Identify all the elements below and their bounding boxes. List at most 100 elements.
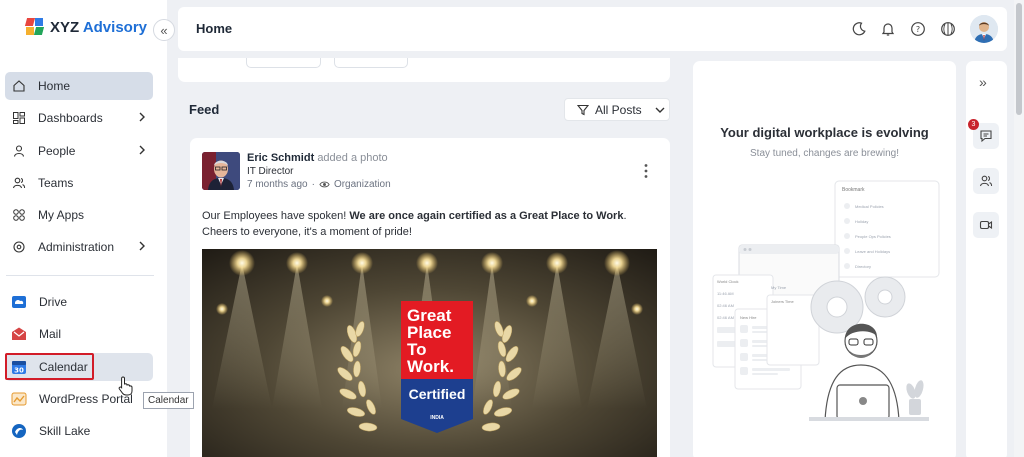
person-icon [12, 144, 26, 158]
help-icon[interactable]: ? [909, 20, 927, 38]
feed-heading: Feed [189, 102, 220, 117]
people-button[interactable] [973, 168, 999, 194]
page-scrollbar[interactable] [1014, 0, 1024, 457]
app-item-mail[interactable]: Mail [5, 320, 153, 348]
team-icon [12, 176, 26, 190]
sidebar-divider [6, 275, 154, 276]
promo-subtitle: Stay tuned, changes are brewing! [750, 148, 899, 159]
svg-text:Medical Policies: Medical Policies [855, 204, 884, 209]
promo-panel: Your digital workplace is evolving Stay … [693, 61, 956, 457]
svg-text:Bookmark: Bookmark [842, 187, 865, 193]
chevron-right-icon [137, 240, 147, 255]
more-options-icon[interactable] [643, 163, 649, 179]
sidebar-item-label: People [38, 144, 76, 158]
mail-icon [11, 326, 27, 342]
post-image[interactable]: Great Place To Work. Certified INDIA [202, 249, 657, 457]
skill-lake-icon [11, 423, 27, 439]
feed-filter-dropdown[interactable]: All Posts [564, 98, 670, 121]
people-icon [979, 175, 993, 187]
post-time: 7 months ago [247, 179, 308, 190]
post-author-role: IT Director [247, 166, 294, 177]
svg-text:02:46 AM: 02:46 AM [717, 303, 734, 308]
svg-text:INDIA: INDIA [430, 415, 444, 421]
expand-rail-icon[interactable]: » [979, 74, 987, 90]
svg-text:World Clock: World Clock [717, 279, 739, 284]
wordpress-icon [11, 391, 27, 407]
eye-icon [319, 181, 330, 188]
promo-title: Your digital workplace is evolving [720, 125, 929, 140]
post-meta: 7 months ago · Organization [247, 179, 391, 190]
sidebar-item-administration[interactable]: Administration [5, 233, 153, 261]
svg-text:New Hire: New Hire [740, 315, 757, 320]
globe-icon[interactable] [939, 20, 957, 38]
svg-text:Directory: Directory [855, 264, 871, 269]
notification-badge: 3 [968, 119, 979, 130]
previous-card-button[interactable] [246, 58, 321, 68]
home-icon [12, 79, 26, 93]
chevron-right-icon [137, 144, 147, 159]
previous-card-button[interactable] [334, 58, 408, 68]
filter-icon [577, 104, 589, 115]
sidebar-item-label: Administration [38, 240, 115, 254]
brand-name: XYZ Advisory [50, 18, 148, 36]
scrollbar-thumb[interactable] [1016, 3, 1022, 115]
chat-icon [980, 130, 992, 143]
svg-text:People Ops Policies: People Ops Policies [855, 234, 891, 239]
feed-post: Eric Schmidt added a photo IT Director 7… [190, 138, 670, 457]
drive-icon [11, 294, 27, 310]
sidebar-item-home[interactable]: Home [5, 72, 153, 100]
admin-icon [12, 240, 26, 254]
calendar-tooltip: Calendar [143, 392, 194, 409]
previous-card-bottom [178, 58, 670, 82]
post-author-name[interactable]: Eric Schmidt [247, 152, 314, 164]
svg-text:Joiners Time: Joiners Time [771, 299, 794, 304]
apps-icon [12, 208, 26, 222]
page-title: Home [196, 21, 233, 36]
sidebar-item-label: Home [38, 79, 71, 93]
brand-logo-icon [24, 18, 45, 36]
post-visibility: Organization [333, 179, 391, 190]
post-action: added a photo [317, 152, 388, 164]
app-item-skill-lake[interactable]: Skill Lake [5, 417, 153, 445]
bell-icon[interactable] [879, 20, 897, 38]
svg-text:My Time: My Time [771, 285, 787, 290]
sidebar-item-label: Dashboards [38, 111, 103, 125]
double-chevron-left-icon: « [160, 22, 168, 38]
sidebar-item-dashboards[interactable]: Dashboards [5, 104, 153, 132]
svg-text:Work.: Work. [407, 357, 454, 376]
sidebar-item-label: My Apps [38, 208, 85, 222]
sidebar-item-teams[interactable]: Teams [5, 169, 153, 197]
video-icon [979, 220, 993, 230]
calendar-highlight-box [5, 353, 94, 380]
sidebar: XYZ Advisory Home Dashboards People Teams My… [0, 0, 167, 457]
workplace-illustration: Bookmark Medical Policies Holiday People… [712, 180, 940, 421]
svg-text:02:46 AM: 02:46 AM [717, 315, 734, 320]
brand[interactable]: XYZ Advisory [24, 18, 148, 36]
svg-text:11:46 AM: 11:46 AM [717, 291, 734, 296]
sidebar-item-my-apps[interactable]: My Apps [5, 201, 153, 229]
top-header: Home ? [178, 7, 1007, 51]
video-button[interactable] [973, 212, 999, 238]
svg-text:Holiday: Holiday [855, 219, 868, 224]
svg-text:Leave and Holidays: Leave and Holidays [855, 249, 890, 254]
post-author-avatar[interactable] [202, 152, 240, 190]
post-text: Our Employees have spoken! We are once a… [202, 210, 627, 238]
gptw-badge: Great Place To Work. Certified INDIA [401, 301, 473, 433]
app-item-label: Drive [39, 295, 68, 309]
feed-filter-label: All Posts [595, 102, 642, 117]
chevron-right-icon [137, 111, 147, 126]
separator-dot: · [311, 179, 315, 190]
post-author-line: Eric Schmidt added a photo [247, 152, 388, 164]
app-item-label: Mail [39, 327, 62, 341]
sidebar-item-people[interactable]: People [5, 137, 153, 165]
svg-text:Certified: Certified [409, 386, 466, 402]
svg-text:?: ? [916, 25, 920, 34]
app-item-label: Skill Lake [39, 424, 91, 438]
user-avatar[interactable] [970, 15, 998, 43]
chevron-down-icon [655, 107, 665, 113]
sidebar-item-label: Teams [38, 176, 74, 190]
moon-icon[interactable] [850, 20, 868, 38]
app-item-drive[interactable]: Drive [5, 288, 153, 316]
collapse-sidebar-button[interactable]: « [153, 19, 175, 41]
hand-cursor-icon [118, 376, 133, 396]
